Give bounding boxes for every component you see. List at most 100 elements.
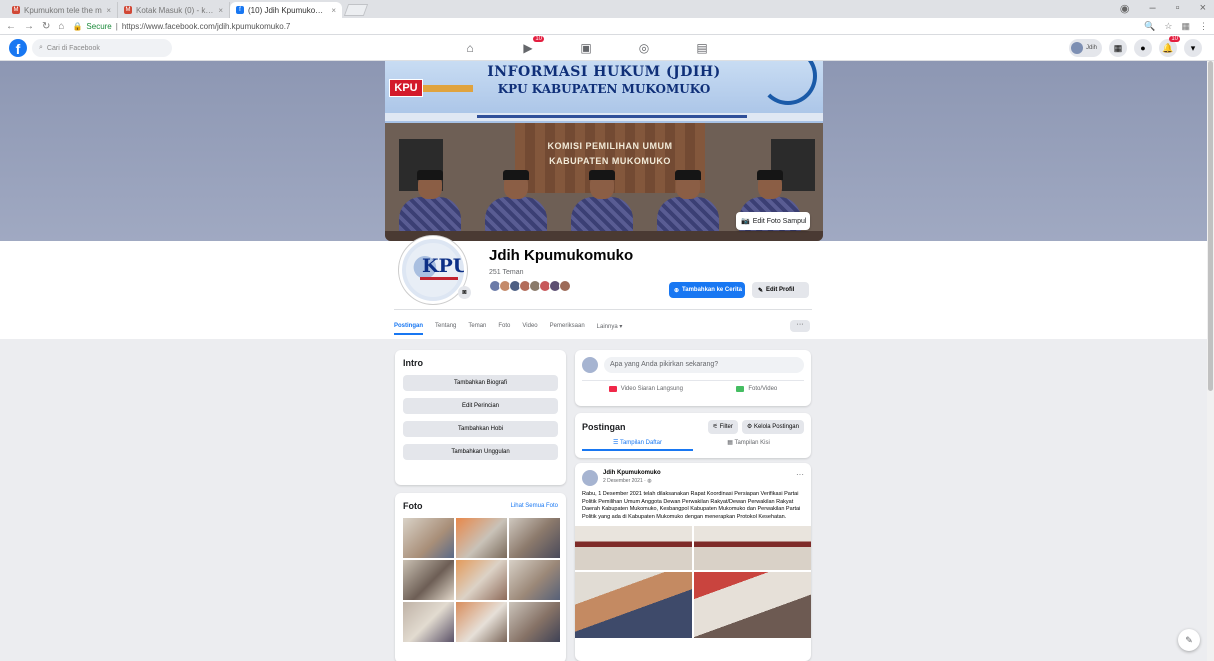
minimize-icon[interactable]: – bbox=[1150, 2, 1156, 15]
grid-view-tab[interactable]: ▦ Tampilan Kisi bbox=[693, 439, 804, 451]
filter-label: Filter bbox=[719, 424, 733, 430]
menu-grid-icon[interactable]: ▦ bbox=[1109, 39, 1127, 57]
wall-text-line2: KABUPATEN MUKOMUKO bbox=[549, 156, 671, 166]
secure-label: Secure bbox=[86, 21, 112, 31]
nav-home-icon[interactable]: ⌂ bbox=[460, 41, 480, 55]
post-image[interactable] bbox=[575, 572, 692, 638]
post-options-icon[interactable]: ··· bbox=[796, 470, 804, 486]
avatar[interactable] bbox=[582, 470, 598, 486]
tab-close-icon[interactable]: × bbox=[106, 6, 111, 15]
nav-gaming-icon[interactable]: ▤ bbox=[692, 41, 712, 55]
tab-photos[interactable]: Foto bbox=[498, 323, 510, 329]
facebook-logo-icon[interactable]: f bbox=[9, 39, 27, 57]
forward-icon[interactable]: → bbox=[24, 21, 34, 32]
nav-groups-icon[interactable]: ◎ bbox=[634, 41, 654, 55]
search-placeholder: Cari di Facebook bbox=[46, 44, 100, 52]
nav-watch-icon[interactable]: ▶ 10 bbox=[518, 36, 544, 55]
post-date[interactable]: 2 Desember 2021 · ◍ bbox=[603, 478, 661, 484]
post-image[interactable] bbox=[694, 526, 811, 570]
profile-shortcut[interactable]: Jdih bbox=[1068, 39, 1102, 57]
browser-tab[interactable]: M Kpumukom tele the m × bbox=[6, 2, 118, 18]
post-date-text: 2 Desember 2021 · bbox=[603, 478, 646, 484]
tab-close-icon[interactable]: × bbox=[331, 6, 336, 15]
tab-about[interactable]: Tentang bbox=[435, 323, 456, 329]
more-options-button[interactable]: ··· bbox=[790, 320, 810, 332]
post-image[interactable] bbox=[575, 526, 692, 570]
tab-more[interactable]: Lainnya ▾ bbox=[597, 323, 623, 330]
photo-thumbnail[interactable] bbox=[403, 560, 454, 600]
scrollbar-thumb[interactable] bbox=[1208, 61, 1213, 391]
photo-thumbnail[interactable] bbox=[509, 518, 560, 558]
camera-icon[interactable]: ◙ bbox=[458, 286, 471, 299]
nav-marketplace-icon[interactable]: ▣ bbox=[576, 41, 596, 55]
tab-label: Kotak Masuk (0) - kpum bbox=[136, 5, 215, 15]
gear-icon: ⚙ bbox=[746, 424, 754, 430]
manage-posts-button[interactable]: ⚙ Kelola Postingan bbox=[741, 420, 804, 434]
composer-input[interactable]: Apa yang Anda pikirkan sekarang? bbox=[604, 357, 804, 373]
menu-icon[interactable]: ⋮ bbox=[1199, 21, 1208, 32]
tab-videos[interactable]: Video bbox=[522, 323, 537, 329]
tab-label: (10) Jdih Kpumukomuko bbox=[248, 5, 328, 15]
wall-text-line1: KOMISI PEMILIHAN UMUM bbox=[547, 141, 673, 151]
add-bio-button[interactable]: Tambahkan Biografi bbox=[403, 375, 558, 391]
edit-profile-button[interactable]: ✎ Edit Profil bbox=[752, 282, 809, 298]
profile-tabs: Postingan Tentang Teman Foto Video Pemer… bbox=[394, 316, 812, 336]
photo-video-button[interactable]: Foto/Video bbox=[736, 386, 777, 392]
post-image[interactable] bbox=[694, 572, 811, 638]
friend-avatars[interactable] bbox=[489, 280, 571, 292]
photo-thumbnail[interactable] bbox=[456, 560, 507, 600]
edit-cover-button[interactable]: 📷 Edit Foto Sampul bbox=[736, 212, 810, 230]
account-dropdown-icon[interactable]: ▾ bbox=[1184, 39, 1202, 57]
photo-thumbnail[interactable] bbox=[509, 560, 560, 600]
add-hobbies-button[interactable]: Tambahkan Hobi bbox=[403, 421, 558, 437]
post-composer: Apa yang Anda pikirkan sekarang? Video S… bbox=[575, 350, 811, 406]
photo-thumbnail[interactable] bbox=[509, 602, 560, 642]
list-view-tab[interactable]: ☰ Tampilan Daftar bbox=[582, 439, 693, 451]
notifications-icon[interactable]: 🔔 10 bbox=[1159, 36, 1180, 57]
post-author[interactable]: Jdih Kpumukomuko bbox=[603, 470, 661, 476]
url-text: https://www.facebook.com/jdih.kpumukomuk… bbox=[121, 21, 291, 31]
reload-icon[interactable]: ↻ bbox=[42, 21, 50, 32]
facebook-search-input[interactable]: ⌕ Cari di Facebook bbox=[32, 39, 172, 57]
tab-posts[interactable]: Postingan bbox=[394, 323, 424, 335]
extension-icon[interactable]: ▦ bbox=[1181, 21, 1190, 32]
photo-thumbnail[interactable] bbox=[456, 602, 507, 642]
friend-avatar[interactable] bbox=[559, 280, 571, 292]
friend-count[interactable]: 251 Teman bbox=[489, 269, 524, 276]
star-icon[interactable]: ☆ bbox=[1164, 21, 1172, 32]
see-all-photos-link[interactable]: Lihat Semua Foto bbox=[511, 503, 558, 509]
browser-actions: 🔍 ☆ ▦ ⋮ bbox=[1144, 21, 1208, 32]
profile-avatar[interactable]: KPU ◙ bbox=[399, 236, 479, 304]
messenger-icon[interactable]: ● bbox=[1134, 39, 1152, 57]
back-icon[interactable]: ← bbox=[6, 21, 16, 32]
zoom-icon[interactable]: 🔍 bbox=[1144, 21, 1155, 32]
cover-title-line1: INFORMASI HUKUM (JDIH) bbox=[487, 64, 721, 80]
new-tab-button[interactable] bbox=[343, 4, 369, 16]
list-view-label: Tampilan Daftar bbox=[619, 440, 662, 446]
edit-details-button[interactable]: Edit Perincian bbox=[403, 398, 558, 414]
photo-thumbnail[interactable] bbox=[456, 518, 507, 558]
filter-button[interactable]: ⚟ Filter bbox=[707, 420, 738, 434]
add-story-button[interactable]: ⊕ Tambahkan ke Cerita bbox=[669, 282, 745, 298]
close-icon[interactable]: × bbox=[1200, 2, 1206, 15]
globe-icon: ◍ bbox=[647, 478, 652, 484]
profile-icon[interactable]: ◉ bbox=[1120, 2, 1130, 15]
browser-tab-strip: M Kpumukom tele the m × M Kotak Masuk (0… bbox=[0, 0, 1214, 18]
live-video-button[interactable]: Video Siaran Langsung bbox=[608, 386, 683, 392]
browser-tab-active[interactable]: f (10) Jdih Kpumukomuko × bbox=[230, 2, 342, 18]
home-icon[interactable]: ⌂ bbox=[58, 21, 64, 32]
tab-checkins[interactable]: Pemeriksaan bbox=[550, 323, 585, 329]
url-input[interactable]: 🔒 Secure | https://www.facebook.com/jdih… bbox=[72, 20, 1136, 33]
tab-friends[interactable]: Teman bbox=[468, 323, 486, 329]
camera-icon: 📷 bbox=[741, 218, 750, 225]
avatar bbox=[1070, 42, 1083, 54]
maximize-icon[interactable]: ▫ bbox=[1176, 2, 1180, 15]
page-scrollbar[interactable] bbox=[1207, 61, 1214, 661]
photo-thumbnail[interactable] bbox=[403, 518, 454, 558]
add-featured-button[interactable]: Tambahkan Unggulan bbox=[403, 444, 558, 460]
new-message-icon[interactable]: ✎ bbox=[1178, 629, 1200, 651]
tab-close-icon[interactable]: × bbox=[218, 6, 223, 15]
post-images bbox=[575, 526, 811, 638]
photo-thumbnail[interactable] bbox=[403, 602, 454, 642]
browser-tab[interactable]: M Kotak Masuk (0) - kpum × bbox=[118, 2, 230, 18]
